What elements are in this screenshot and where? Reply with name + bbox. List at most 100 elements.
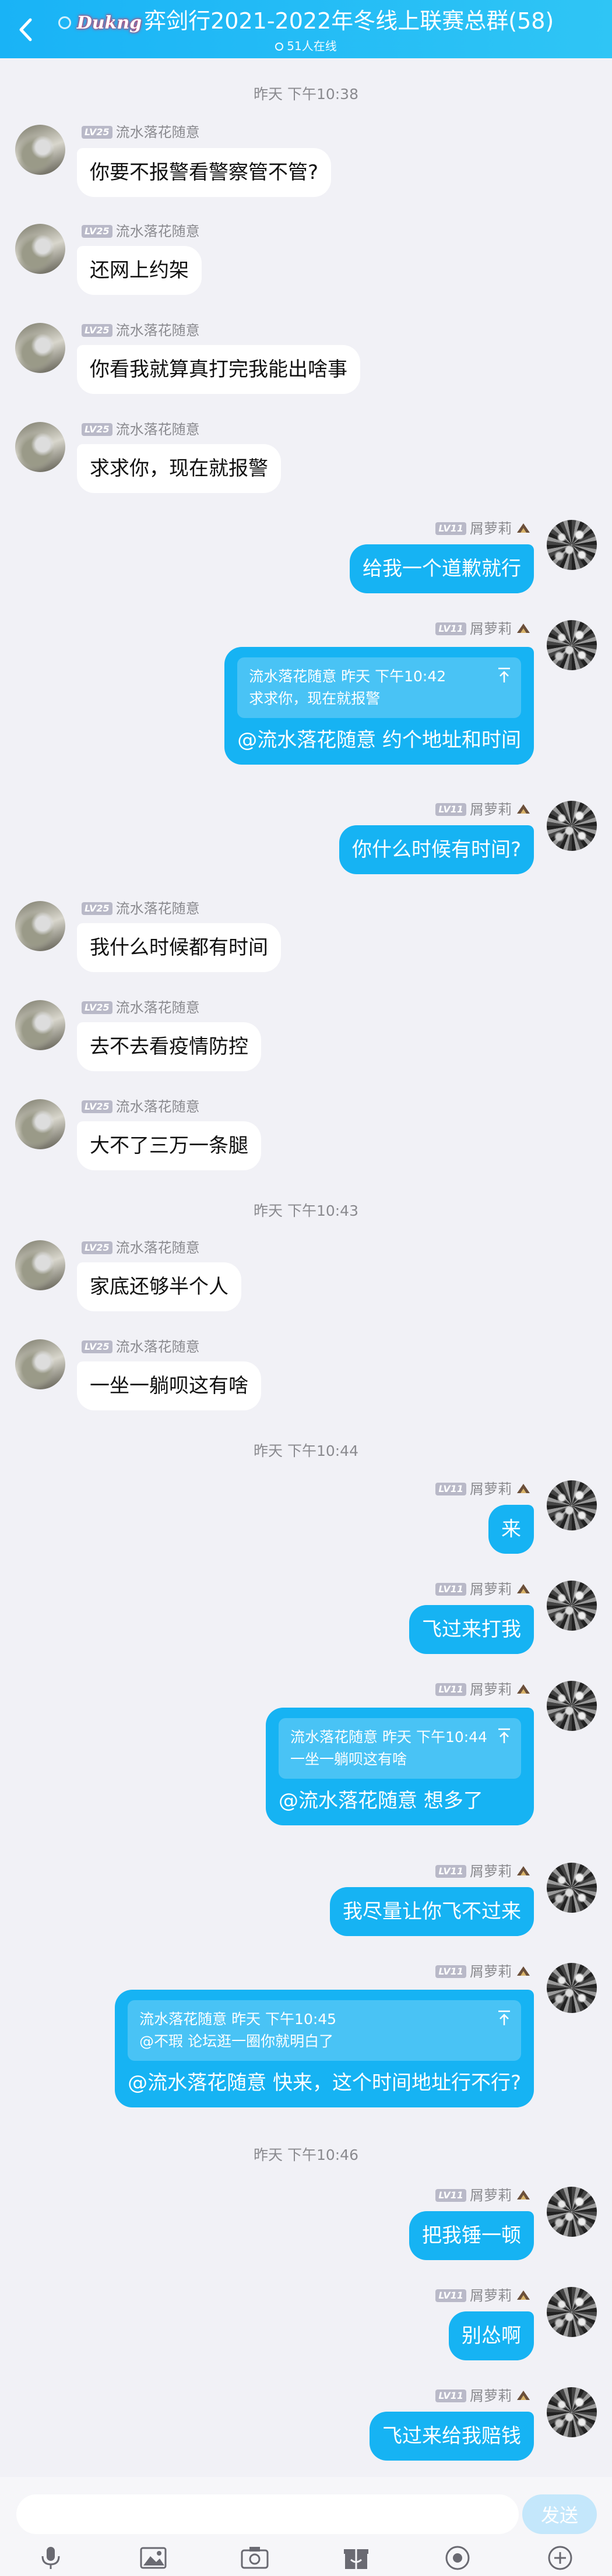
game-badge-icon xyxy=(517,1584,530,1593)
sender-meta: LV25 流水落花随意 xyxy=(82,900,200,917)
image-icon[interactable] xyxy=(138,2545,169,2571)
message-bubble[interactable]: 我什么时候都有时间 xyxy=(77,923,281,972)
sender-name: 屑萝莉 xyxy=(470,1481,512,1497)
level-badge: LV11 xyxy=(435,1583,466,1596)
sender-meta: LV11 屑萝莉 xyxy=(435,520,532,537)
quoted-message[interactable]: 流水落花随意 昨天 下午10:42 求求你，现在就报警 xyxy=(237,657,521,718)
reply-message-bubble[interactable]: 流水落花随意 昨天 下午10:42 求求你，现在就报警 @流水落花随意 约个地址… xyxy=(224,647,534,765)
message-bubble[interactable]: 给我一个道歉就行 xyxy=(350,544,534,593)
sender-name: 屑萝莉 xyxy=(470,801,512,818)
message-bubble[interactable]: 家底还够半个人 xyxy=(77,1262,241,1311)
game-badge-icon xyxy=(517,1866,530,1875)
quoted-message[interactable]: 流水落花随意 昨天 下午10:44 一坐一躺呗这有啥 xyxy=(279,1718,521,1779)
avatar[interactable] xyxy=(15,1240,65,1290)
avatar[interactable] xyxy=(547,1581,597,1631)
group-logo: Dukng xyxy=(76,13,142,33)
message-input[interactable] xyxy=(16,2494,519,2534)
sender-meta: LV11 屑萝莉 xyxy=(435,1963,532,1980)
quoted-message[interactable]: 流水落花随意 昨天 下午10:45 @不瑕 论坛逛一圈你就明白了 xyxy=(128,2000,521,2061)
level-badge: LV11 xyxy=(435,2289,466,2302)
reply-message-bubble[interactable]: 流水落花随意 昨天 下午10:44 一坐一躺呗这有啥 @流水落花随意 想多了 xyxy=(266,1708,534,1825)
sender-name: 流水落花随意 xyxy=(115,1339,200,1355)
avatar[interactable] xyxy=(15,1000,65,1050)
avatar[interactable] xyxy=(15,422,65,472)
plus-icon[interactable] xyxy=(544,2545,576,2571)
game-badge-icon xyxy=(517,624,530,633)
avatar[interactable] xyxy=(547,801,597,851)
avatar[interactable] xyxy=(15,1339,65,1389)
quote-body: @不瑕 论坛逛一圈你就明白了 xyxy=(139,2033,334,2050)
gift-icon[interactable] xyxy=(340,2545,372,2571)
chat-title-area[interactable]: Dukng 弈剑行2021-2022年冬线上联赛总群(58) 51人在线 xyxy=(0,6,612,54)
level-badge: LV11 xyxy=(435,2390,466,2402)
sender-meta: LV11 屑萝莉 xyxy=(435,1581,532,1598)
quote-header: 流水落花随意 昨天 下午10:42 xyxy=(249,668,446,685)
message-bubble[interactable]: 一坐一躺呗这有啥 xyxy=(77,1361,261,1410)
avatar[interactable] xyxy=(15,1099,65,1149)
avatar[interactable] xyxy=(547,620,597,670)
sender-name: 流水落花随意 xyxy=(115,1099,200,1115)
level-badge: LV25 xyxy=(82,423,112,436)
sender-name: 流水落花随意 xyxy=(115,900,200,917)
message-bubble[interactable]: 去不去看疫情防控 xyxy=(77,1022,261,1071)
avatar[interactable] xyxy=(547,2187,597,2237)
camera-icon[interactable] xyxy=(239,2545,270,2571)
message-bubble[interactable]: 你看我就算真打完我能出啥事 xyxy=(77,345,360,394)
message-bubble[interactable]: 你什么时候有时间? xyxy=(339,825,534,874)
level-badge: LV11 xyxy=(435,1865,466,1878)
game-badge-icon xyxy=(517,1484,530,1493)
avatar[interactable] xyxy=(15,224,65,274)
jump-to-quote-icon[interactable] xyxy=(497,1727,512,1745)
message-bubble[interactable]: 你要不报警看警察管不管? xyxy=(77,148,332,197)
jump-to-quote-icon[interactable] xyxy=(497,667,512,684)
avatar[interactable] xyxy=(15,323,65,373)
game-badge-icon xyxy=(517,804,530,814)
message-bubble[interactable]: 来 xyxy=(488,1505,534,1554)
input-bar: 发送 xyxy=(0,2477,612,2576)
message-bubble[interactable]: 把我锤一顿 xyxy=(409,2211,534,2260)
avatar[interactable] xyxy=(547,2287,597,2337)
avatar[interactable] xyxy=(15,901,65,951)
mic-icon[interactable] xyxy=(35,2545,66,2571)
level-badge: LV11 xyxy=(435,1965,466,1978)
avatar[interactable] xyxy=(547,520,597,570)
sender-meta: LV11 屑萝莉 xyxy=(435,801,532,818)
sender-meta: LV11 屑萝莉 xyxy=(435,1480,532,1498)
level-badge: LV25 xyxy=(82,1100,112,1113)
message-bubble[interactable]: 求求你，现在就报警 xyxy=(77,444,281,493)
level-badge: LV11 xyxy=(435,1483,466,1495)
sender-meta: LV11 屑萝莉 xyxy=(435,2387,532,2405)
sender-meta: LV11 屑萝莉 xyxy=(435,620,532,638)
reply-message-bubble[interactable]: 流水落花随意 昨天 下午10:45 @不瑕 论坛逛一圈你就明白了 @流水落花随意… xyxy=(115,1990,534,2107)
emoji-icon[interactable] xyxy=(442,2545,473,2571)
message-bubble[interactable]: 大不了三万一条腿 xyxy=(77,1121,261,1170)
sender-meta: LV11 屑萝莉 xyxy=(435,2187,532,2204)
reply-text: @流水落花随意 约个地址和时间 xyxy=(237,729,521,752)
message-bubble[interactable]: 别怂啊 xyxy=(449,2311,534,2360)
sender-name: 屑萝莉 xyxy=(470,2288,512,2304)
avatar[interactable] xyxy=(547,1963,597,2013)
message-bubble[interactable]: 飞过来给我赔钱 xyxy=(370,2412,534,2461)
sender-name: 屑萝莉 xyxy=(470,1581,512,1597)
sender-meta: LV25 流水落花随意 xyxy=(82,124,200,141)
sender-meta: LV25 流水落花随意 xyxy=(82,322,200,339)
message-bubble[interactable]: 我尽量让你飞不过来 xyxy=(330,1887,534,1936)
jump-to-quote-icon[interactable] xyxy=(497,2010,512,2027)
timestamp: 昨天 下午10:46 xyxy=(254,2146,358,2163)
message-bubble[interactable]: 飞过来打我 xyxy=(409,1605,534,1654)
avatar[interactable] xyxy=(547,1480,597,1530)
message-bubble[interactable]: 还网上约架 xyxy=(77,246,202,295)
send-button[interactable]: 发送 xyxy=(522,2494,597,2534)
sender-meta: LV25 流水落花随意 xyxy=(82,999,200,1016)
game-badge-icon xyxy=(517,2290,530,2300)
sender-name: 屑萝莉 xyxy=(470,1863,512,1880)
sender-meta: LV25 流水落花随意 xyxy=(82,1338,200,1356)
avatar[interactable] xyxy=(547,1863,597,1913)
avatar[interactable] xyxy=(547,2387,597,2437)
online-count: 51人在线 xyxy=(287,39,337,53)
avatar[interactable] xyxy=(15,125,65,175)
chat-header: Dukng 弈剑行2021-2022年冬线上联赛总群(58) 51人在线 xyxy=(0,0,612,58)
group-tag-icon xyxy=(58,16,71,29)
level-badge: LV25 xyxy=(82,902,112,915)
avatar[interactable] xyxy=(547,1681,597,1731)
